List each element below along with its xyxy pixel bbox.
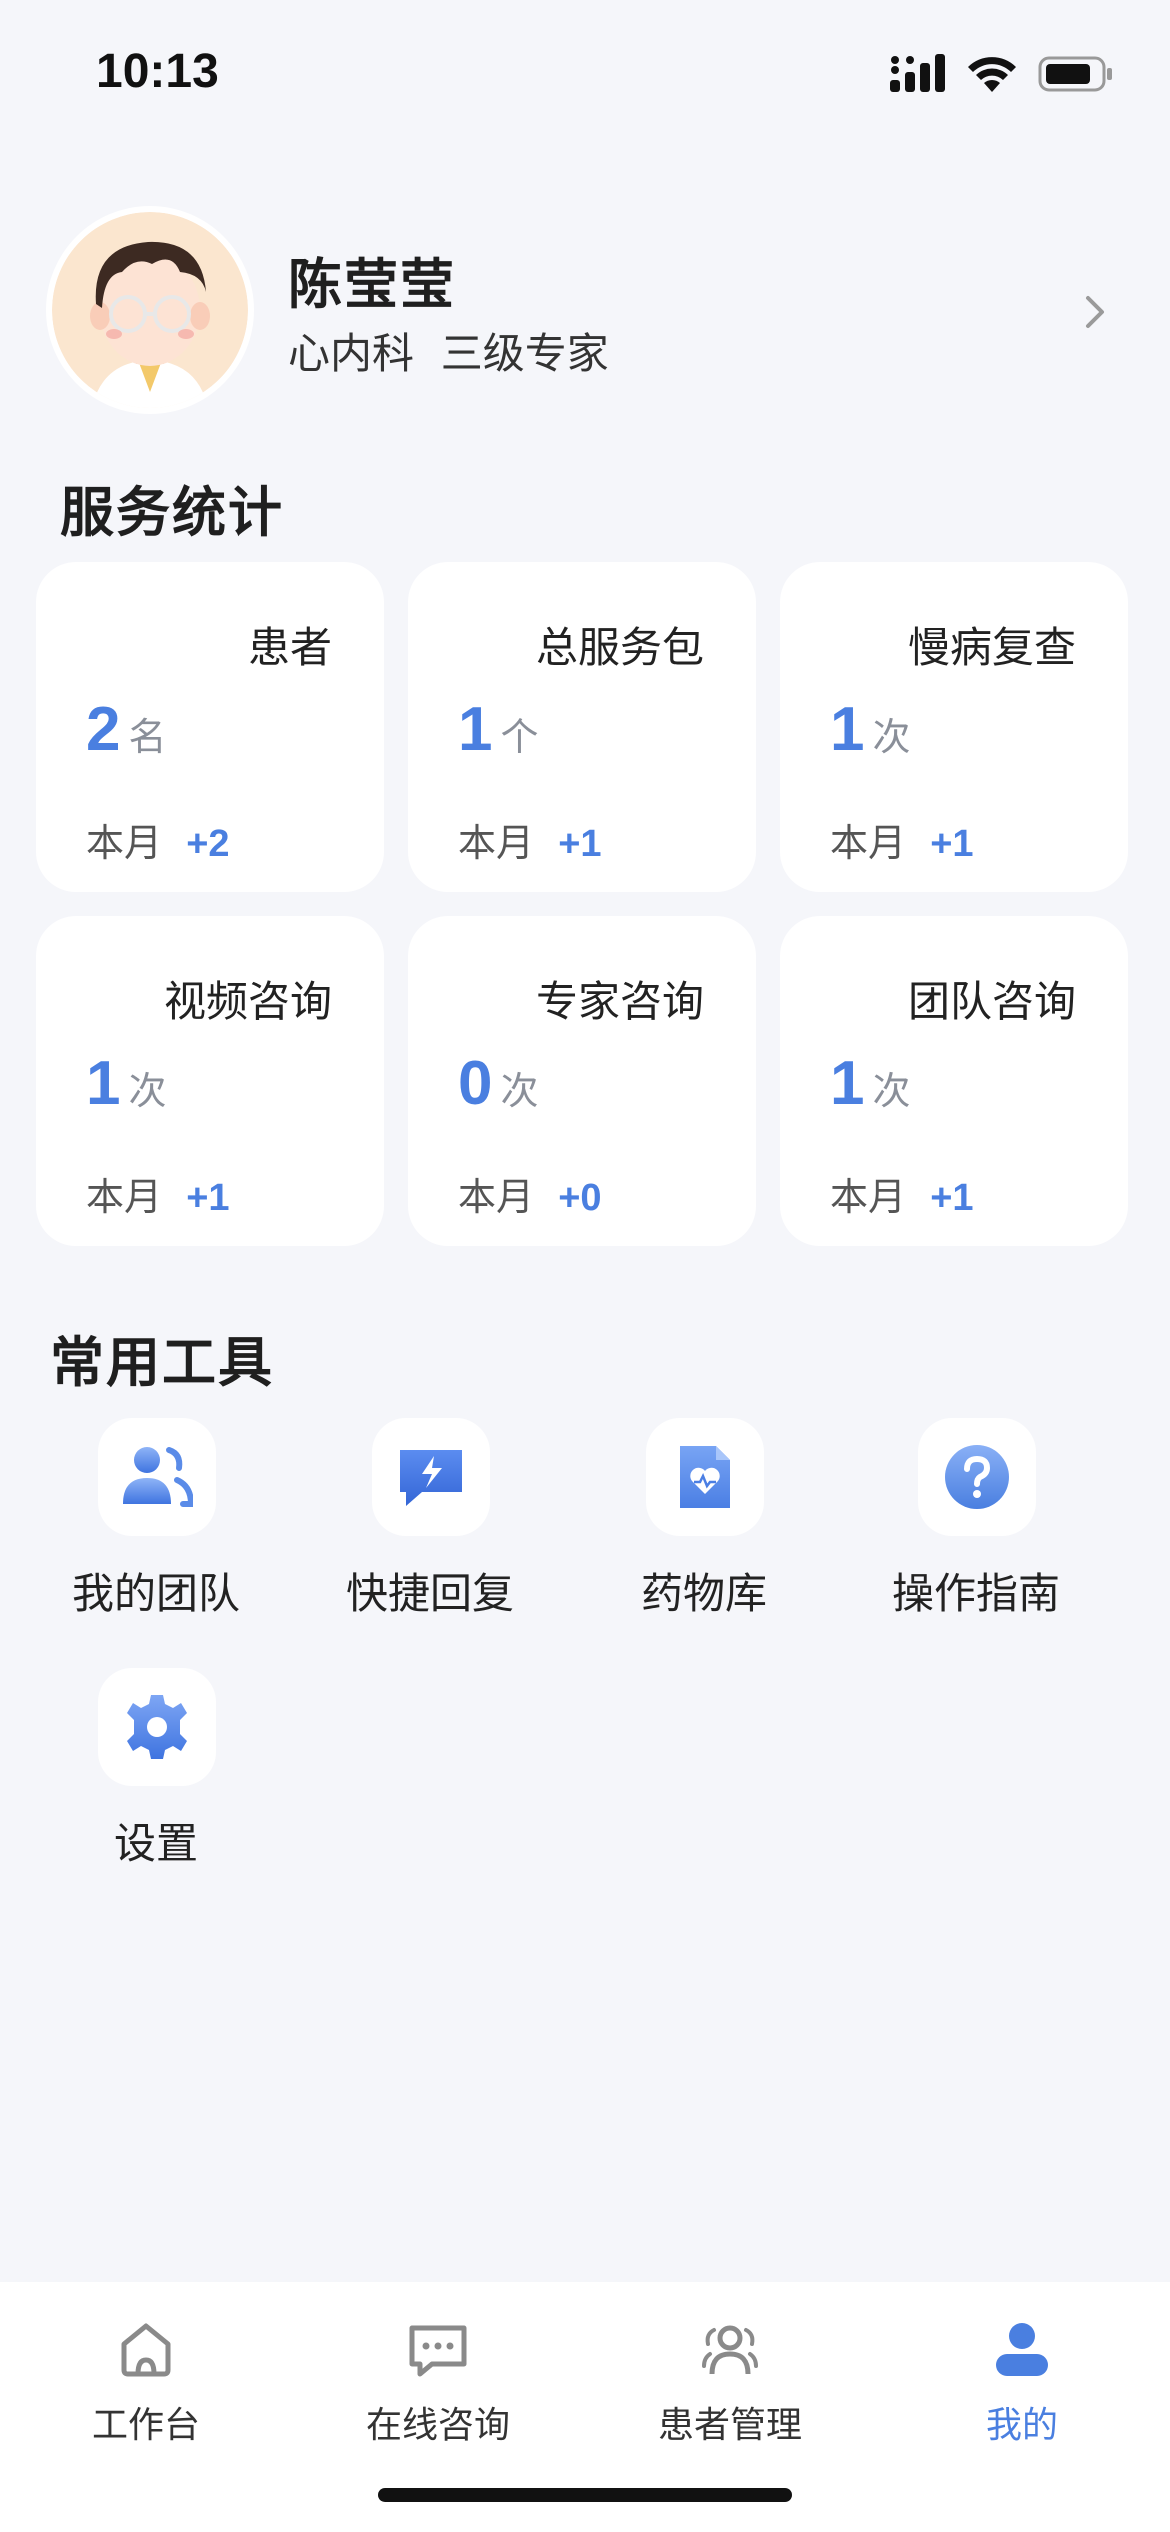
stat-month: 本月 +1 [830,812,974,867]
stat-card-team-consult[interactable]: 团队咨询 1 次 本月 +1 [780,916,1128,1246]
tool-my-team[interactable]: 我的团队 [26,1418,286,1618]
stat-card-service-packages[interactable]: 总服务包 1 个 本月 +1 [408,562,756,892]
status-icons [890,52,1114,96]
doctor-title: 心内科 三级专家 [288,329,609,378]
stat-month: 本月 +1 [458,812,602,867]
stat-unit: 次 [872,1069,911,1113]
status-time: 10:13 [96,45,219,98]
month-label: 本月 [830,821,907,865]
avatar[interactable] [52,212,248,408]
stat-label: 团队咨询 [907,977,1076,1026]
stat-label: 总服务包 [535,623,704,672]
tool-icon-box [98,1418,216,1536]
month-label: 本月 [86,1175,163,1219]
tab-label: 工作台 [91,2405,200,2446]
user-icon [996,2323,1048,2376]
stat-label: 慢病复查 [907,623,1076,672]
stat-delta: +1 [930,1177,974,1219]
stat-month: 本月 +1 [830,1166,974,1221]
stat-month: 本月 +0 [458,1166,602,1221]
profile-screen: 10:13 陈莹莹 心内科 三级专家 服务统计 患者 2 名 本月 +2 总服务… [0,0,1170,2532]
stat-unit: 名 [128,715,167,759]
home-icon [121,2323,171,2377]
stat-card-chronic-review[interactable]: 慢病复查 1 次 本月 +1 [780,562,1128,892]
month-label: 本月 [458,821,535,865]
stat-unit: 次 [500,1069,539,1113]
tool-label: 药物库 [640,1569,767,1618]
cellular-signal-icon [890,54,945,92]
tool-icon-box [646,1418,764,1536]
tool-label: 快捷回复 [345,1569,514,1618]
stat-delta: +1 [558,823,602,865]
stat-label: 视频咨询 [163,977,332,1026]
tool-label: 设置 [113,1819,198,1868]
stat-delta: +1 [186,1177,230,1219]
month-label: 本月 [458,1175,535,1219]
tab-mine[interactable]: 我的 [876,2302,1168,2462]
tab-label: 患者管理 [657,2405,802,2446]
stat-number: 2 [86,695,121,764]
stat-card-video-consult[interactable]: 视频咨询 1 次 本月 +1 [36,916,384,1246]
stat-unit: 次 [128,1069,167,1113]
chat-icon [409,2325,467,2377]
tool-operation-guide[interactable]: 操作指南 [846,1418,1106,1618]
doctor-avatar-illustration [52,212,248,408]
stat-label: 患者 [247,623,332,672]
patients-icon [702,2325,758,2375]
stat-month: 本月 +2 [86,812,230,867]
tools-section-title: 常用工具 [50,1331,274,1394]
status-bar: 10:13 [0,0,1170,140]
stat-number: 0 [458,1049,493,1118]
tool-icon-box [372,1418,490,1536]
stat-label: 专家咨询 [535,977,704,1026]
month-label: 本月 [86,821,163,865]
stat-delta: +1 [930,823,974,865]
tool-settings[interactable]: 设置 [26,1668,286,1868]
settings-icon [127,1695,187,1759]
stat-card-patients[interactable]: 患者 2 名 本月 +2 [36,562,384,892]
home-indicator [378,2488,792,2502]
tool-icon-box [918,1418,1036,1536]
chevron-right-icon[interactable] [1078,292,1112,332]
stats-section-title: 服务统计 [60,481,284,544]
tab-online-consult[interactable]: 在线咨询 [292,2302,584,2462]
tool-drug-library[interactable]: 药物库 [574,1418,834,1618]
tab-patient-management[interactable]: 患者管理 [584,2302,876,2462]
tool-label: 操作指南 [891,1569,1060,1618]
wifi-icon [968,57,1016,92]
tool-quick-reply[interactable]: 快捷回复 [300,1418,560,1618]
stat-value: 1 次 [830,694,911,765]
tab-label: 我的 [985,2405,1058,2446]
profile-header[interactable]: 陈莹莹 心内科 三级专家 [52,212,1120,412]
battery-icon [1038,56,1112,92]
quick-reply-icon [400,1450,462,1506]
tab-label: 在线咨询 [365,2405,510,2446]
stat-value: 0 次 [458,1048,539,1119]
stat-value: 1 次 [86,1048,167,1119]
stat-number: 1 [86,1049,121,1118]
stat-number: 1 [830,1049,865,1118]
month-label: 本月 [830,1175,907,1219]
team-icon [123,1447,193,1507]
stat-value: 1 个 [458,694,539,765]
doctor-name: 陈莹莹 [288,253,456,316]
stat-month: 本月 +1 [86,1166,230,1221]
help-icon [945,1445,1009,1509]
tab-workbench[interactable]: 工作台 [0,2302,292,2462]
tool-label: 我的团队 [71,1569,240,1618]
stat-value: 2 名 [86,694,167,765]
stat-value: 1 次 [830,1048,911,1119]
tool-icon-box [98,1668,216,1786]
drug-library-icon [680,1446,730,1508]
stat-number: 1 [458,695,493,764]
stat-unit: 次 [872,715,911,759]
stat-unit: 个 [500,715,539,759]
stat-delta: +0 [558,1177,602,1219]
stat-delta: +2 [186,823,230,865]
stat-card-expert-consult[interactable]: 专家咨询 0 次 本月 +0 [408,916,756,1246]
stat-number: 1 [830,695,865,764]
